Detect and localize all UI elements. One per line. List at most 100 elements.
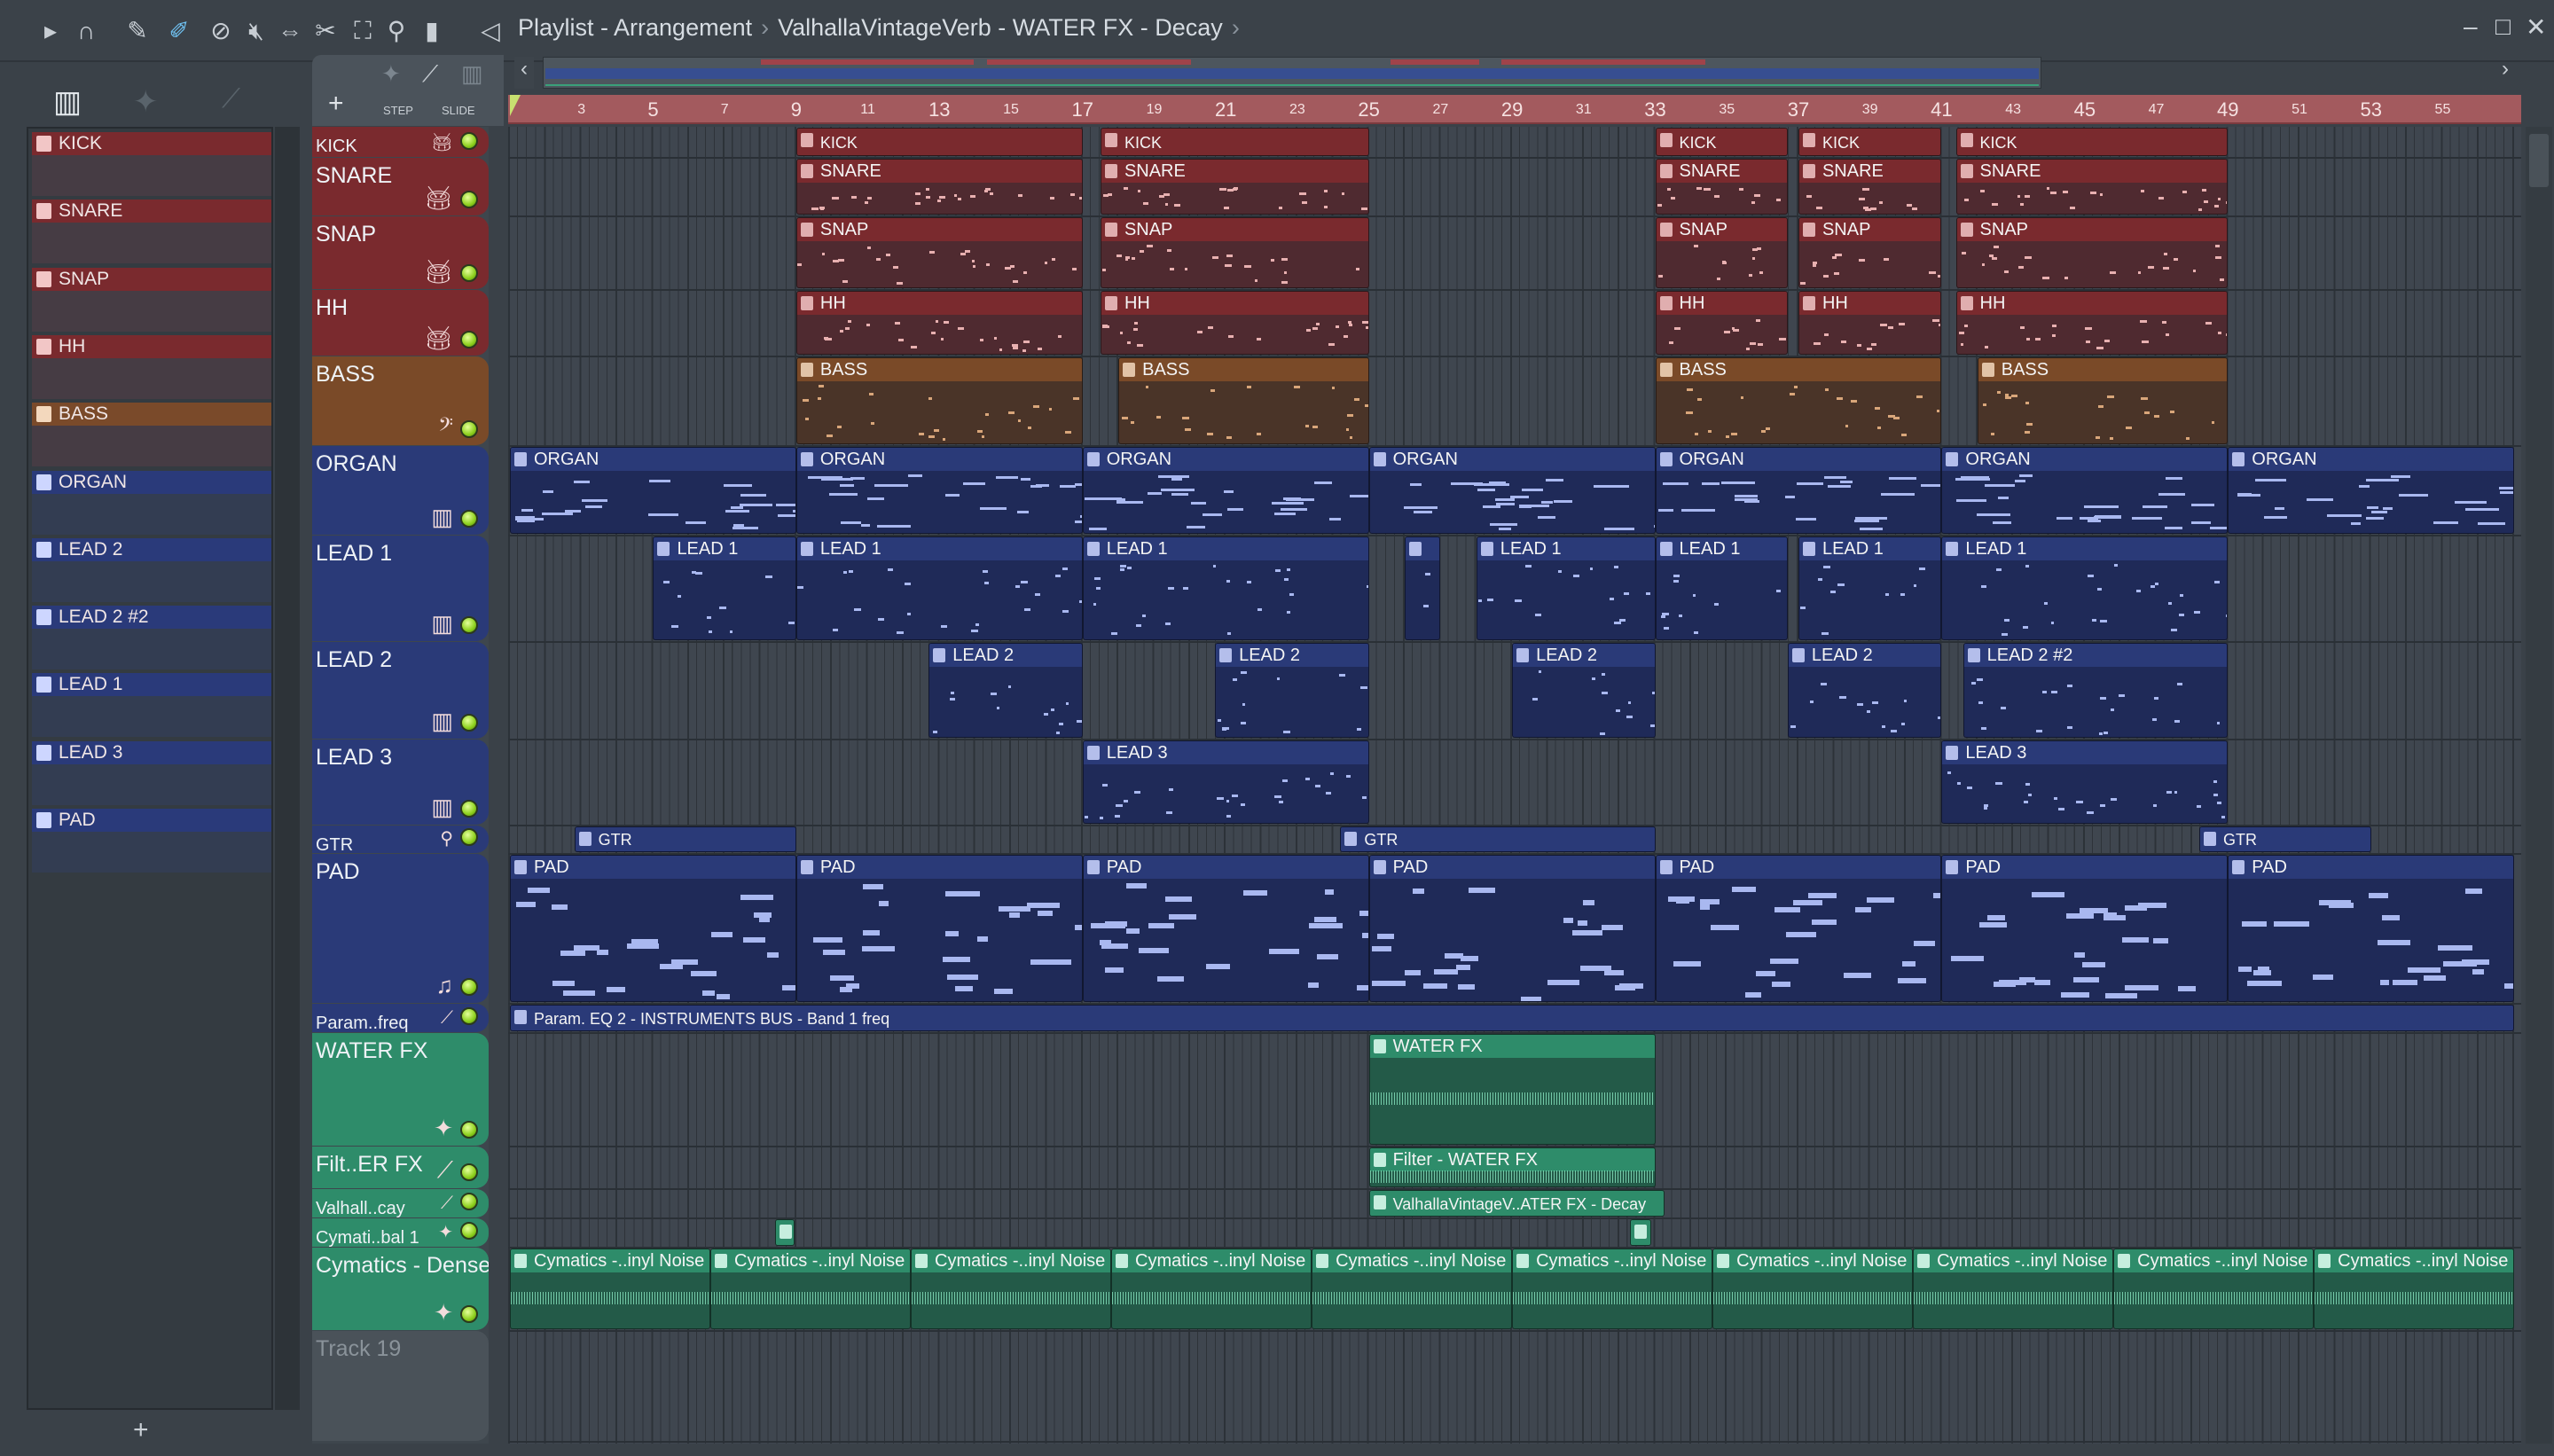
clip[interactable]: LEAD 3 (1082, 740, 1369, 824)
paint-brush-icon[interactable]: ✐ (164, 16, 194, 46)
picker-item[interactable]: SNARE (32, 200, 271, 264)
mute-icon[interactable]: 🔇︎ (241, 16, 271, 46)
clip[interactable]: SNAP (1798, 217, 1942, 288)
clip[interactable]: LEAD 2 #2 (1963, 643, 2229, 738)
track-enable-toggle[interactable] (460, 1163, 478, 1181)
clip[interactable]: SNAP (795, 217, 1083, 288)
automation-icon[interactable]: ⟋ (422, 60, 438, 89)
track-enable-toggle[interactable] (460, 1121, 478, 1139)
zoom-icon[interactable]: ⚲ (381, 16, 411, 46)
slide-toggle[interactable]: SLIDE (442, 104, 475, 117)
track-enable-toggle[interactable] (460, 616, 478, 634)
clip[interactable]: HH (1955, 291, 2229, 355)
clip[interactable]: SNARE (1955, 159, 2229, 215)
clip[interactable]: ORGAN (1368, 447, 1656, 534)
track-enable-toggle[interactable] (460, 331, 478, 348)
scroll-left-button[interactable]: ‹ (514, 57, 534, 89)
clip[interactable]: PAD (795, 855, 1083, 1002)
clip[interactable]: Cymatics -..inyl Noise (510, 1249, 711, 1329)
clip[interactable]: LEAD 1 (1655, 536, 1788, 640)
clip[interactable]: KICK (1955, 128, 2229, 156)
clip[interactable]: SNARE (1100, 159, 1369, 215)
clip[interactable]: LEAD 1 (1476, 536, 1656, 640)
picker-item[interactable]: LEAD 2 #2 (32, 606, 271, 670)
automation-picker-tab[interactable]: ⟋ (222, 84, 240, 114)
picker-item[interactable]: KICK (32, 132, 271, 196)
picker-item[interactable]: BASS (32, 403, 271, 467)
clip[interactable]: HH (1100, 291, 1369, 355)
clip[interactable]: SNARE (795, 159, 1083, 215)
clip[interactable]: LEAD 2 (1512, 643, 1656, 738)
clip[interactable]: ORGAN (795, 447, 1083, 534)
track-header[interactable]: PAD ♫ (312, 854, 489, 1003)
clip[interactable]: SNARE (1798, 159, 1942, 215)
track-header[interactable]: Valhall..cay ⟋ (312, 1189, 489, 1217)
play-arrow-icon[interactable]: ▸ (35, 16, 66, 46)
clip[interactable]: KICK (1655, 128, 1788, 156)
clip[interactable]: ORGAN (1082, 447, 1369, 534)
timeline-ruler[interactable]: 3 5 7 9 11 13 15 17 19 21 23 25 27 29 31 33 35 37 39 41 43 45… (508, 95, 2521, 124)
clip[interactable]: GTR (1340, 826, 1656, 852)
track-enable-toggle[interactable] (460, 800, 478, 818)
clip[interactable]: KICK (795, 128, 1083, 156)
picker-scrollbar[interactable] (275, 127, 300, 1410)
clip[interactable]: Cymatics -..inyl Noise (1111, 1249, 1312, 1329)
track-header[interactable]: LEAD 2 ▥ (312, 642, 489, 739)
playback-icon[interactable]: ▮ (417, 16, 447, 46)
clip[interactable]: LEAD 1 (1082, 536, 1369, 640)
track-header[interactable]: Filt..ER FX ⟋ (312, 1147, 489, 1188)
clip[interactable]: HH (1798, 291, 1942, 355)
track-header[interactable]: Cymati..bal 1 ✦ (312, 1218, 489, 1247)
playlist-grid[interactable]: KICK KICK KICK KICK KICK SNARE SNARE SNARE SNARE… (508, 127, 2521, 1444)
picker-item[interactable]: HH (32, 334, 271, 399)
track-header[interactable]: KICK 🥁︎ (312, 127, 489, 157)
picker-item[interactable]: LEAD 3 (32, 740, 271, 805)
clip[interactable]: SNAP (1955, 217, 2229, 288)
track-header[interactable]: Cymatics - Dense.. ✦ (312, 1248, 489, 1330)
piano-roll-picker-tab[interactable]: ▥ (53, 84, 82, 120)
clip[interactable]: LEAD 1 (1941, 536, 2229, 640)
clip[interactable] (1405, 536, 1441, 640)
clip[interactable]: LEAD 3 (1941, 740, 2229, 824)
track-enable-toggle[interactable] (460, 191, 478, 208)
clip[interactable]: PAD (1082, 855, 1369, 1002)
audio-picker-tab[interactable]: ✦ (133, 84, 159, 120)
picker-item[interactable]: LEAD 1 (32, 673, 271, 738)
clip[interactable]: ORGAN (510, 447, 796, 534)
clip[interactable]: PAD (1941, 855, 2229, 1002)
track-enable-toggle[interactable] (460, 1305, 478, 1323)
track-enable-toggle[interactable] (460, 1222, 478, 1240)
clip[interactable]: BASS (1977, 357, 2229, 444)
clip[interactable]: WATER FX (1368, 1034, 1656, 1145)
track-enable-toggle[interactable] (460, 714, 478, 732)
clip[interactable]: HH (795, 291, 1083, 355)
clip[interactable]: SNAP (1655, 217, 1788, 288)
slip-icon[interactable]: ⇔ (275, 16, 305, 46)
picker-item[interactable]: PAD (32, 809, 271, 873)
select-icon[interactable]: ⛶ (348, 16, 378, 46)
track-header[interactable]: HH 🥁︎ (312, 290, 489, 356)
track-enable-toggle[interactable] (460, 1193, 478, 1210)
clip[interactable]: Cymatics -..inyl Noise (1913, 1249, 2114, 1329)
audio-icon[interactable]: ✦ (381, 60, 401, 88)
track-header[interactable]: SNARE 🥁︎ (312, 158, 489, 215)
clip[interactable]: ORGAN (2228, 447, 2515, 534)
track-header[interactable]: WATER FX ✦ (312, 1033, 489, 1146)
track-enable-toggle[interactable] (460, 420, 478, 438)
piano-roll-icon[interactable]: ▥ (461, 60, 483, 88)
vertical-scrollbar[interactable] (2526, 127, 2552, 1444)
track-enable-toggle[interactable] (460, 510, 478, 528)
clip[interactable]: LEAD 1 (1798, 536, 1942, 640)
clip[interactable]: ORGAN (1941, 447, 2229, 534)
track-header[interactable]: ORGAN ▥ (312, 446, 489, 535)
clip[interactable] (1630, 1219, 1652, 1246)
step-toggle[interactable]: STEP (383, 104, 413, 117)
delete-icon[interactable]: ⊘ (206, 16, 236, 46)
track-enable-toggle[interactable] (460, 132, 478, 150)
arrangement-overview[interactable] (543, 57, 2041, 89)
track-enable-toggle[interactable] (460, 1007, 478, 1025)
clip[interactable]: KICK (1798, 128, 1942, 156)
clip[interactable]: PAD (2228, 855, 2515, 1002)
clip[interactable]: GTR (2198, 826, 2371, 852)
clip[interactable] (774, 1219, 795, 1246)
